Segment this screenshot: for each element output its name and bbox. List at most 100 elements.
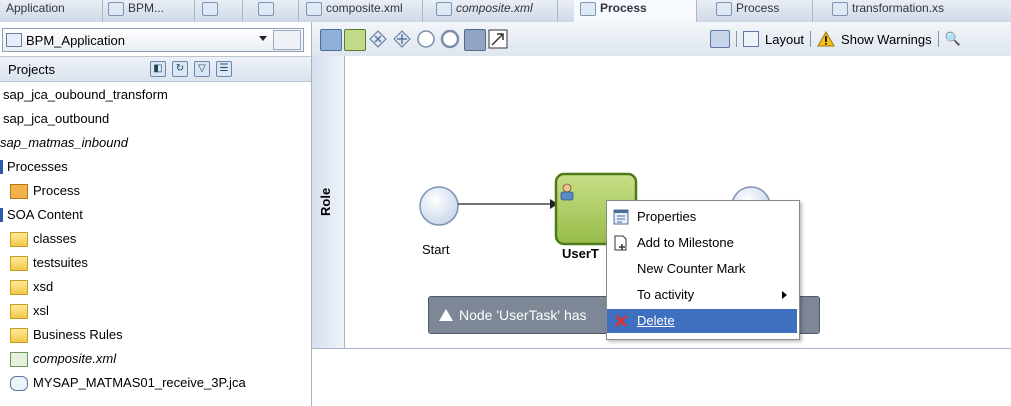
bpm-icon <box>108 2 124 16</box>
minimize-icon <box>258 2 274 16</box>
tree-item[interactable]: MYSAP_MATMAS01_receive_3P.jca <box>10 372 246 394</box>
tab-bpm[interactable]: BPM... <box>102 0 195 22</box>
tab-minimize[interactable] <box>252 0 299 22</box>
data-object-icon[interactable] <box>464 29 486 51</box>
tree-item[interactable]: sap_jca_outbound <box>3 108 109 130</box>
user-task-label: UserT <box>562 246 599 261</box>
tree-item-label: classes <box>33 231 77 246</box>
share-icon[interactable] <box>710 30 730 48</box>
tab-resource[interactable] <box>196 0 243 22</box>
composite-icon <box>436 2 452 16</box>
application-combo-value: BPM_Application <box>26 32 125 48</box>
gateway-icon[interactable] <box>368 29 388 49</box>
tab-process-active[interactable]: Process <box>574 0 697 22</box>
menu-item-delete[interactable]: Delete <box>607 309 797 333</box>
parallel-gateway-icon[interactable] <box>392 29 412 49</box>
tree-item[interactable]: xsl <box>10 300 49 322</box>
milestone-icon <box>614 235 627 251</box>
delete-icon <box>615 315 627 327</box>
tree-item[interactable]: sap_matmas_inbound <box>0 132 128 154</box>
start-event-label: Start <box>422 242 450 257</box>
application-icon <box>6 33 22 47</box>
end-event-icon[interactable] <box>440 29 460 49</box>
projects-label: Projects <box>8 61 55 77</box>
refresh-icon[interactable]: ↻ <box>172 61 188 77</box>
menu-item-add-to-milestone[interactable]: Add to Milestone <box>607 231 797 255</box>
tab-label: BPM... <box>128 1 165 15</box>
filter-icon[interactable]: ▽ <box>194 61 210 77</box>
warning-text: Node 'UserTask' has <box>459 307 587 323</box>
tab-label: composite.xml <box>326 1 403 15</box>
selection-tool-icon[interactable] <box>320 29 342 51</box>
layout-button[interactable]: Layout <box>765 32 804 47</box>
project-properties-icon[interactable]: ◧ <box>150 61 166 77</box>
tab-label: Process <box>736 1 780 15</box>
node-marker-icon <box>0 160 3 174</box>
tree-item[interactable]: composite.xml <box>10 348 116 370</box>
menu-item-properties[interactable]: Properties <box>607 205 797 229</box>
tree-item-label: SOA Content <box>7 207 83 222</box>
tree-item[interactable]: Business Rules <box>10 324 123 346</box>
tab-application[interactable]: Application <box>0 0 103 22</box>
tree-item[interactable]: Processes <box>0 156 68 178</box>
tree-item[interactable]: Process <box>10 180 80 202</box>
resource-icon <box>202 2 218 16</box>
menu-item-label: Add to Milestone <box>637 235 734 250</box>
menu-item-new-counter-mark[interactable]: New Counter Mark <box>607 257 797 281</box>
tree-item[interactable]: classes <box>10 228 76 250</box>
tree-item-label: testsuites <box>33 255 88 270</box>
toolbar-separator <box>937 31 939 47</box>
swimlane-header[interactable]: Role <box>312 56 345 349</box>
tab-process[interactable]: Process <box>710 0 813 22</box>
chevron-down-icon[interactable] <box>259 36 267 41</box>
editor-tab-strip: Application BPM... composite.xml composi… <box>0 0 1011 23</box>
folder-icon <box>10 279 28 295</box>
sequence-flow-icon[interactable] <box>488 29 508 49</box>
tree-item-label: sap_matmas_inbound <box>0 135 128 150</box>
menu-item-to-activity[interactable]: To activity <box>607 283 797 307</box>
application-combo[interactable]: BPM_Application <box>2 28 304 52</box>
tree-item-label: Process <box>33 183 80 198</box>
folder-icon <box>10 327 28 343</box>
projects-header: Projects ◧ ↻ ▽ ☰ <box>0 56 311 82</box>
tree-item[interactable]: sap_jca_oubound_transform <box>3 84 168 106</box>
working-sets-icon[interactable]: ☰ <box>216 61 232 77</box>
user-task-icon[interactable] <box>344 29 366 51</box>
start-event-icon[interactable] <box>416 29 436 49</box>
tree-item[interactable]: SOA Content <box>0 204 83 226</box>
role-label: Role <box>318 187 333 216</box>
tree-item-label: xsl <box>33 303 49 318</box>
menu-item-label: Properties <box>637 209 697 224</box>
menu-item-label: Delete <box>637 313 675 328</box>
tree-item-label: xsd <box>33 279 54 294</box>
search-icon[interactable]: 🔍 <box>945 31 961 47</box>
tab-composite-2[interactable]: composite.xml <box>430 0 558 22</box>
tree-item[interactable]: testsuites <box>10 252 88 274</box>
folder-icon <box>10 231 28 247</box>
folder-icon <box>10 255 28 271</box>
application-navigator: BPM_Application Projects ◧ ↻ ▽ ☰ sap_jca… <box>0 22 312 406</box>
tab-label: Application <box>6 1 65 15</box>
toolbar-separator <box>810 31 812 47</box>
process-icon <box>716 2 732 16</box>
warning-icon <box>439 309 453 321</box>
tree-item-label: sap_jca_outbound <box>3 111 110 126</box>
toolbar-separator <box>736 31 737 47</box>
tree-item[interactable]: xsd <box>10 276 53 298</box>
tree-item-label: Processes <box>7 159 68 174</box>
menu-item-label: To activity <box>637 287 695 302</box>
tree-item-label: MYSAP_MATMAS01_receive_3P.jca <box>33 375 246 390</box>
tab-composite-1[interactable]: composite.xml <box>300 0 423 22</box>
tab-transformation[interactable]: transformation.xs <box>826 0 1011 22</box>
layout-icon <box>743 31 759 47</box>
start-event-node[interactable] <box>419 186 459 226</box>
application-menu-button[interactable] <box>273 30 301 50</box>
submenu-arrow-icon <box>782 291 787 299</box>
show-warnings-button[interactable]: Show Warnings <box>841 32 932 47</box>
warning-icon <box>817 31 835 47</box>
context-menu: Properties Add to Milestone New Counter … <box>606 200 800 340</box>
canvas-lower-area[interactable] <box>312 349 1011 406</box>
composite-icon <box>306 2 322 16</box>
editor-toolbar: Layout Show Warnings 🔍 <box>312 22 1011 57</box>
process-icon <box>580 2 596 16</box>
